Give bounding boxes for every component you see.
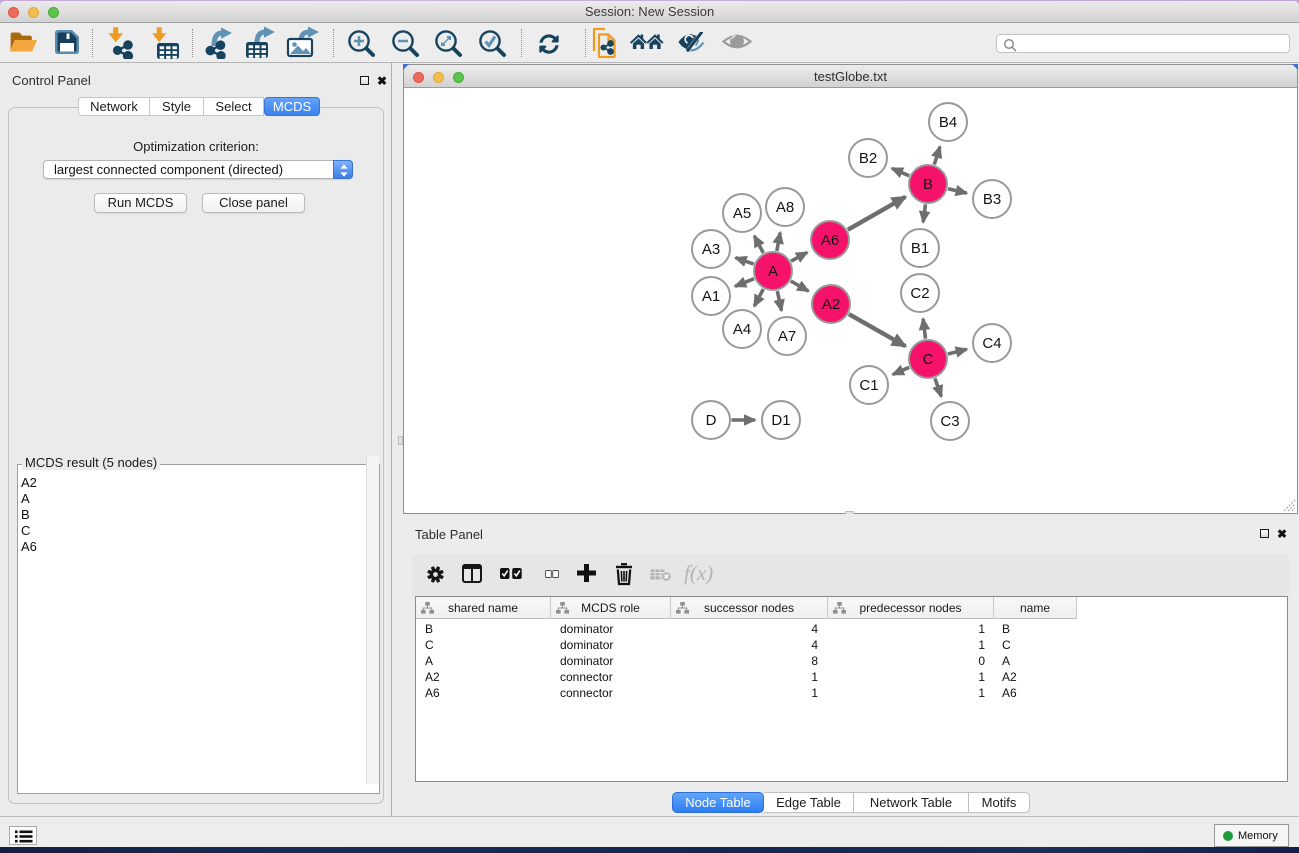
svg-text:A1: A1 [702, 288, 720, 305]
svg-text:C1: C1 [859, 377, 878, 394]
svg-text:C3: C3 [940, 413, 959, 430]
svg-text:B2: B2 [859, 150, 877, 167]
svg-text:A3: A3 [702, 241, 720, 258]
svg-text:B4: B4 [939, 114, 957, 131]
svg-text:C2: C2 [910, 285, 929, 302]
svg-text:A2: A2 [822, 296, 840, 313]
svg-text:B1: B1 [911, 240, 929, 257]
svg-text:A4: A4 [733, 321, 751, 338]
svg-text:A5: A5 [733, 205, 751, 222]
svg-text:C4: C4 [982, 335, 1001, 352]
svg-text:C: C [923, 351, 934, 368]
svg-text:D1: D1 [771, 412, 790, 429]
svg-text:B: B [923, 176, 933, 193]
svg-text:A6: A6 [821, 232, 839, 249]
svg-text:A7: A7 [778, 328, 796, 345]
svg-text:A: A [768, 263, 778, 280]
svg-text:D: D [706, 412, 717, 429]
svg-text:B3: B3 [983, 191, 1001, 208]
svg-text:A8: A8 [776, 199, 794, 216]
